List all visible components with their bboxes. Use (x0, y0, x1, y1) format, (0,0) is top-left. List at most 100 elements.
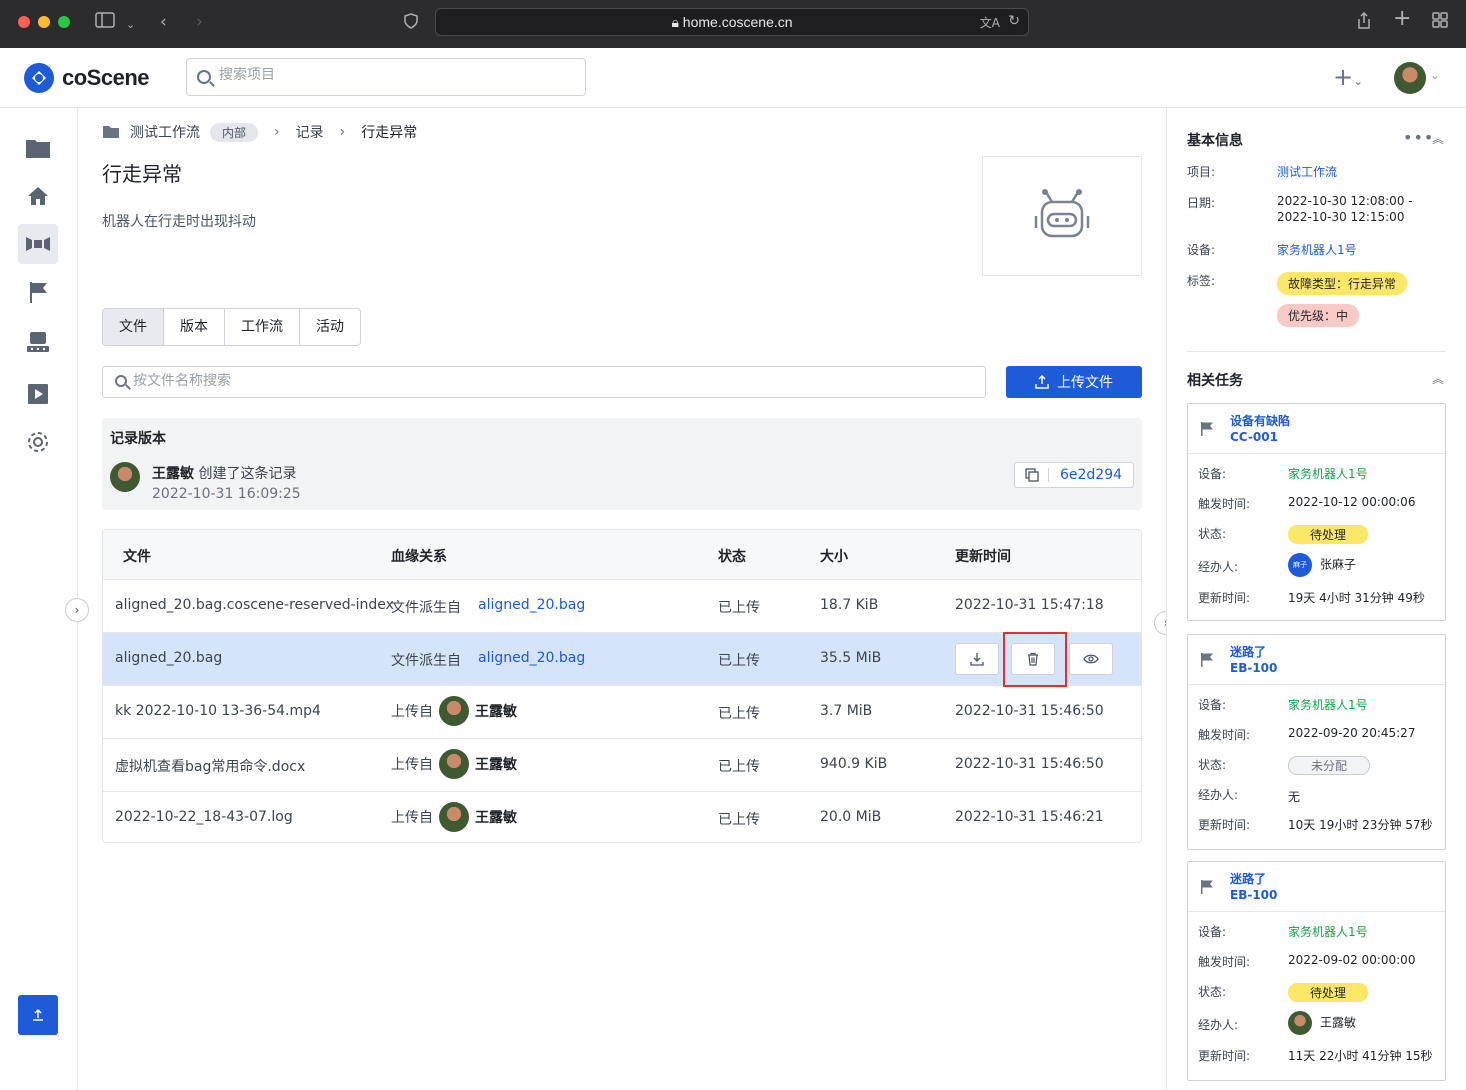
nav-devices[interactable] (18, 322, 58, 362)
task-device[interactable]: 家务机器人1号 (1288, 696, 1368, 713)
nav-settings[interactable] (18, 422, 58, 462)
expand-left-nav-button[interactable]: › (65, 598, 89, 622)
task-title[interactable]: 设备有缺陷 (1230, 413, 1290, 429)
task-device[interactable]: 家务机器人1号 (1288, 465, 1368, 482)
tab-overview-icon[interactable] (1432, 12, 1448, 33)
shield-icon[interactable] (404, 13, 418, 34)
back-icon[interactable]: ‹ (160, 12, 167, 32)
upload-file-button[interactable]: 上传文件 (1006, 366, 1142, 398)
record-description[interactable]: 机器人在行走时出现抖动 (102, 211, 256, 231)
uploader-name[interactable]: 王露敏 (475, 757, 517, 773)
info-project-link[interactable]: 测试工作流 (1277, 163, 1337, 180)
user-avatar[interactable] (1394, 62, 1426, 94)
record-thumbnail[interactable] (982, 156, 1142, 276)
file-name[interactable]: 2022-10-22_18-43-07.log (115, 809, 293, 825)
task-title-block[interactable]: 设备有缺陷 CC-001 (1230, 413, 1290, 445)
chevron-down-icon[interactable]: ⌄ (1430, 68, 1440, 82)
table-row[interactable]: aligned_20.bag.coscene-reserved-index 文件… (103, 580, 1141, 633)
task-title[interactable]: 迷路了 (1230, 871, 1277, 887)
download-button[interactable] (955, 643, 999, 675)
column-header-lineage: 血缘关系 (391, 549, 447, 565)
preview-button[interactable] (1069, 643, 1113, 675)
task-code[interactable]: EB-100 (1230, 660, 1277, 676)
record-tabs: 文件 版本 工作流 活动 (102, 308, 361, 346)
breadcrumb-project[interactable]: 测试工作流 (130, 122, 200, 142)
sidebar-toggle-icon[interactable] (95, 12, 115, 33)
task-title[interactable]: 迷路了 (1230, 644, 1277, 660)
task-card[interactable]: 设备有缺陷 CC-001 设备: 家务机器人1号 触发时间: 2022-10-1… (1187, 403, 1446, 621)
task-updated: 11天 22小时 41分钟 15秒 (1288, 1049, 1433, 1063)
task-device[interactable]: 家务机器人1号 (1288, 923, 1368, 940)
tag-fault-type[interactable]: 故障类型：行走异常 (1277, 272, 1408, 295)
tab-files[interactable]: 文件 (103, 309, 164, 345)
uploader-name[interactable]: 王露敏 (475, 810, 517, 826)
tab-workflows[interactable]: 工作流 (225, 309, 300, 345)
nav-projects[interactable] (18, 128, 58, 168)
table-row[interactable]: aligned_20.bag 文件派生自 aligned_20.bag 已上传 … (103, 633, 1141, 686)
file-name[interactable]: kk 2022-10-10 13-36-54.mp4 (115, 703, 321, 719)
flag-icon (1201, 880, 1213, 894)
nav-tasks[interactable] (18, 272, 58, 312)
table-row[interactable]: kk 2022-10-10 13-36-54.mp4 上传自 王露敏 已上传 3.… (103, 686, 1141, 739)
file-search-input[interactable] (133, 373, 973, 389)
task-trigger: 2022-09-20 20:45:27 (1288, 726, 1416, 740)
task-trigger: 2022-10-12 00:00:06 (1288, 495, 1416, 509)
task-code[interactable]: CC-001 (1230, 429, 1290, 445)
info-project-label: 项目: (1187, 165, 1216, 179)
task-title-block[interactable]: 迷路了 EB-100 (1230, 644, 1277, 676)
file-search[interactable] (102, 366, 986, 398)
reload-icon[interactable]: ↻ (1008, 13, 1020, 29)
tab-activity[interactable]: 活动 (300, 309, 360, 345)
collapse-up-icon[interactable]: ︽ (1432, 130, 1444, 147)
minimize-window-button[interactable] (38, 16, 50, 28)
project-search[interactable] (186, 58, 586, 96)
chevron-down-icon[interactable]: ⌄ (126, 15, 135, 35)
info-date-end: 2022-10-30 12:15:00 (1277, 210, 1405, 224)
tab-versions[interactable]: 版本 (164, 309, 225, 345)
copy-icon[interactable] (1015, 468, 1049, 482)
task-device-label: 设备: (1198, 925, 1227, 939)
lineage-link[interactable]: aligned_20.bag (478, 650, 585, 666)
file-name[interactable]: aligned_20.bag.coscene-reserved-index (115, 597, 394, 613)
nav-playback[interactable] (18, 374, 58, 414)
forward-icon[interactable]: › (196, 12, 203, 32)
record-title[interactable]: 行走异常 (102, 158, 182, 187)
nav-records[interactable] (18, 224, 58, 264)
breadcrumb: 测试工作流 内部 › 记录 › 行走异常 (102, 122, 417, 142)
task-card[interactable]: 迷路了 EB-100 设备: 家务机器人1号 触发时间: 2022-09-20 … (1187, 634, 1446, 850)
info-device-link[interactable]: 家务机器人1号 (1277, 241, 1357, 258)
new-tab-icon[interactable]: + (1393, 8, 1411, 30)
close-window-button[interactable] (18, 16, 30, 28)
share-icon[interactable] (1356, 11, 1372, 35)
task-card[interactable]: 迷路了 EB-100 设备: 家务机器人1号 触发时间: 2022-09-02 … (1187, 861, 1446, 1081)
play-icon (28, 384, 48, 404)
project-search-input[interactable] (219, 67, 569, 83)
tag-priority[interactable]: 优先级：中 (1277, 304, 1360, 327)
breadcrumb-records[interactable]: 记录 (296, 122, 324, 142)
file-name[interactable]: 虚拟机查看bag常用命令.docx (115, 756, 305, 776)
task-title-block[interactable]: 迷路了 EB-100 (1230, 871, 1277, 903)
table-row[interactable]: 2022-10-22_18-43-07.log 上传自 王露敏 已上传 20.0 … (103, 792, 1141, 842)
task-assignee: 王露敏 (1288, 1011, 1356, 1035)
zoom-window-button[interactable] (58, 16, 70, 28)
avatar (110, 462, 140, 492)
file-name[interactable]: aligned_20.bag (115, 650, 222, 666)
commit-hash[interactable]: 6e2d294 (1049, 467, 1133, 483)
uploader-name[interactable]: 王露敏 (475, 704, 517, 720)
lineage-link[interactable]: aligned_20.bag (478, 597, 585, 613)
table-row[interactable]: 虚拟机查看bag常用命令.docx 上传自 王露敏 已上传 940.9 KiB 2… (103, 739, 1141, 792)
task-code[interactable]: EB-100 (1230, 887, 1277, 903)
translate-icon[interactable]: 文A (980, 14, 1000, 31)
create-menu-button[interactable]: +⌄ (1333, 64, 1363, 94)
collapse-up-icon[interactable]: ︽ (1432, 370, 1444, 387)
address-bar[interactable]: 🔒︎ home.coscene.cn 文A ↻ (435, 8, 1029, 36)
logo-text: coScene (62, 65, 150, 90)
coscene-logo[interactable]: coScene (22, 61, 150, 95)
more-options-icon[interactable]: ••• (1403, 128, 1434, 147)
lineage-uploader: 上传自 王露敏 (391, 696, 517, 727)
task-trigger: 2022-09-02 00:00:00 (1288, 953, 1416, 967)
nav-upload-button[interactable] (18, 995, 58, 1035)
commit-id-box[interactable]: 6e2d294 (1014, 462, 1134, 488)
nav-home[interactable] (18, 176, 58, 216)
task-status: 待处理 (1288, 525, 1369, 544)
